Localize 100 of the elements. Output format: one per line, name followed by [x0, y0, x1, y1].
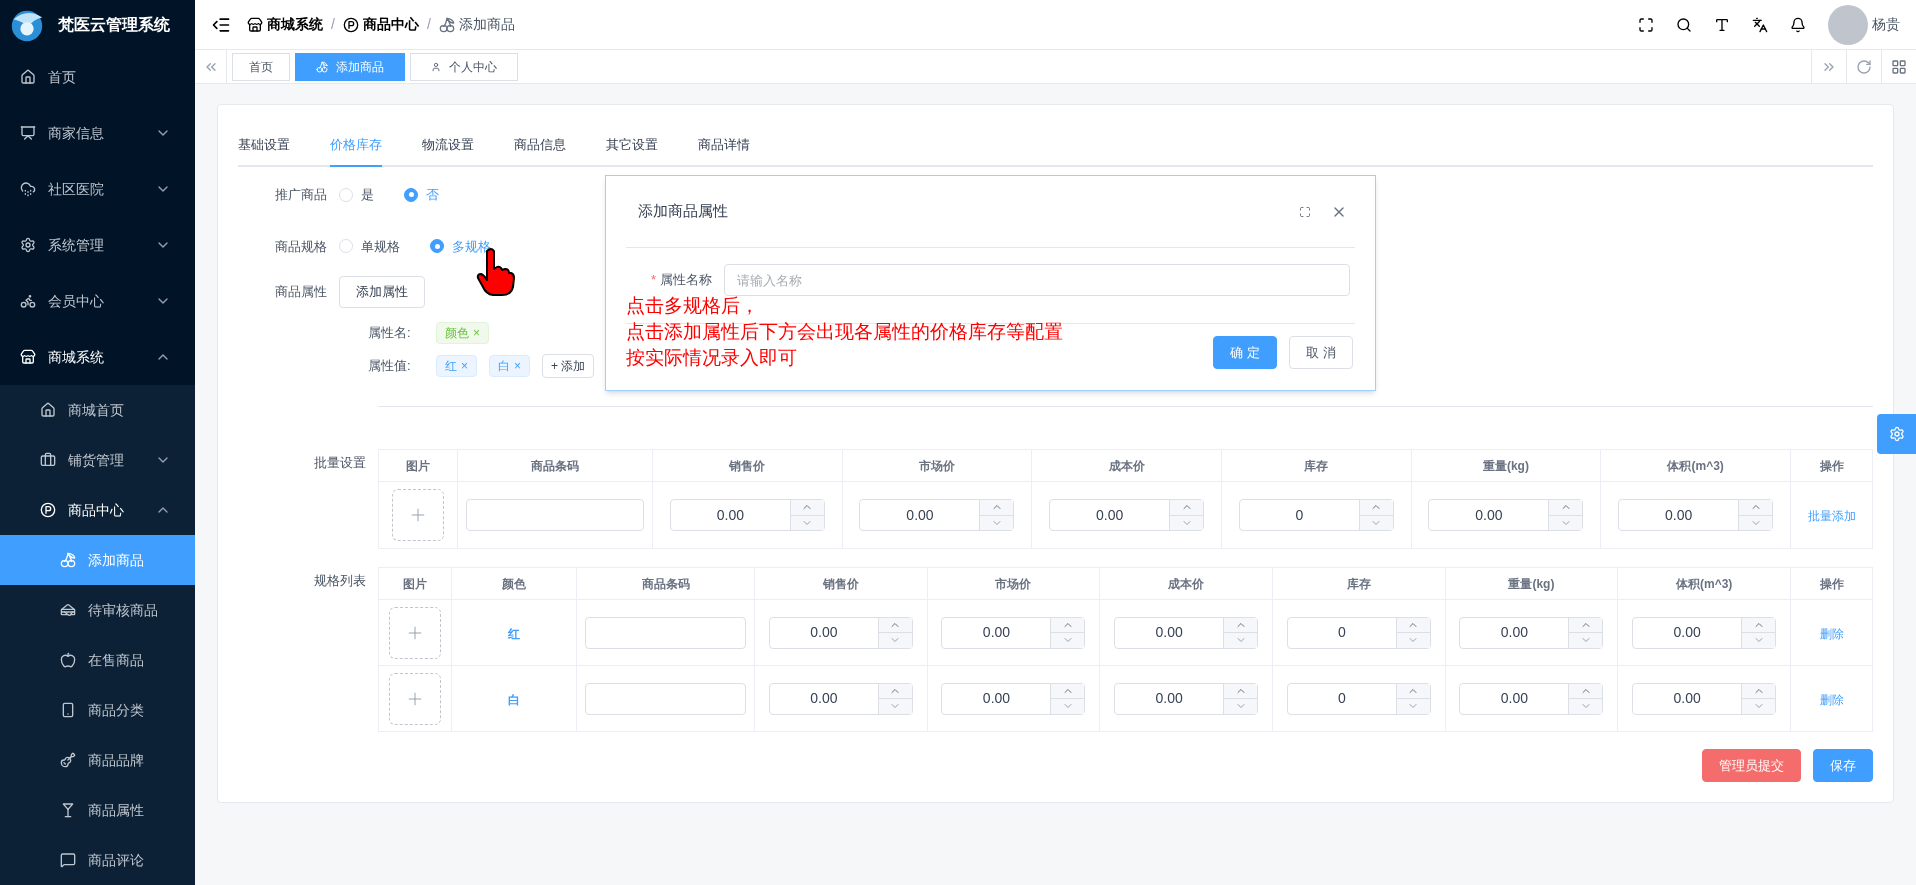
- column-header: 商品条码: [457, 449, 653, 482]
- breadcrumb-item[interactable]: 商品中心: [362, 14, 419, 35]
- sidebar-item[interactable]: 商家信息: [0, 105, 195, 161]
- cherry-icon: [60, 552, 76, 568]
- image-upload[interactable]: [389, 606, 441, 659]
- number-input[interactable]: 0.00: [1428, 499, 1584, 531]
- barcode-input[interactable]: [585, 616, 746, 649]
- name-input[interactable]: 请输入名称: [724, 264, 1351, 296]
- cocktail-icon: [60, 802, 76, 818]
- page-tab[interactable]: 首页: [232, 52, 290, 81]
- number-input[interactable]: 0.00: [768, 682, 913, 715]
- cherry-icon: [316, 60, 328, 73]
- add-attribute-button[interactable]: 添加属性: [339, 276, 425, 308]
- add-value-button[interactable]: + 添加: [542, 354, 595, 378]
- settings-button[interactable]: [1877, 414, 1916, 454]
- user-name[interactable]: 杨贵: [1872, 14, 1900, 35]
- app-title: 梵医云管理系统: [58, 14, 170, 35]
- number-input[interactable]: 0.00: [859, 499, 1015, 531]
- page-tab[interactable]: 个人中心: [410, 52, 518, 81]
- form-tab[interactable]: 商品信息: [514, 135, 566, 167]
- number-input[interactable]: 0.00: [1459, 682, 1604, 715]
- guitar-icon: [60, 752, 76, 768]
- barcode-input[interactable]: [585, 682, 746, 715]
- fullscreen-icon[interactable]: [1638, 16, 1654, 33]
- sidebar-item[interactable]: 社区医院: [0, 161, 195, 217]
- form-tab[interactable]: 基础设置: [238, 135, 290, 167]
- refresh-icon[interactable]: [1856, 58, 1872, 75]
- attribute-name-label: 属性名:: [368, 324, 412, 343]
- font-size-icon[interactable]: [1714, 16, 1730, 33]
- dialog-button[interactable]: 取 消: [1289, 336, 1353, 369]
- number-input[interactable]: 0.00: [1632, 616, 1777, 649]
- apple-icon: [60, 652, 76, 668]
- sidebar-item[interactable]: 商品属性: [0, 785, 195, 835]
- breadcrumb-item[interactable]: 商城系统: [267, 14, 323, 35]
- home-icon: [20, 69, 36, 85]
- form-tab[interactable]: 商品详情: [698, 135, 750, 167]
- sidebar-item[interactable]: 待审核商品: [0, 585, 195, 635]
- form-label: 推广商品: [274, 186, 328, 204]
- column-header: 重量(kg): [1411, 449, 1601, 482]
- bell-icon[interactable]: [1790, 16, 1806, 33]
- number-input[interactable]: 0.00: [768, 616, 913, 649]
- form-label: 规格列表: [313, 572, 367, 590]
- sidebar-item[interactable]: 首页: [0, 49, 195, 105]
- number-input[interactable]: 0.00: [941, 616, 1086, 649]
- column-header: 销售价: [754, 567, 928, 600]
- breadcrumb-separator: /: [426, 15, 431, 34]
- color-value: 红: [508, 626, 520, 641]
- column-header: 成本价: [1031, 449, 1222, 482]
- column-header: 库存: [1272, 567, 1446, 600]
- image-upload[interactable]: [392, 489, 444, 541]
- house-icon: [40, 402, 56, 418]
- search-icon[interactable]: [1676, 16, 1692, 33]
- number-input[interactable]: 0: [1238, 499, 1394, 531]
- translate-icon[interactable]: [1752, 16, 1768, 33]
- number-input[interactable]: 0: [1286, 616, 1431, 649]
- user-icon: [431, 60, 441, 73]
- number-input[interactable]: 0: [1286, 682, 1431, 715]
- sidebar-item[interactable]: 商品分类: [0, 685, 195, 735]
- form-tab[interactable]: 其它设置: [606, 135, 658, 167]
- column-header: 市场价: [842, 449, 1032, 482]
- annotation-text: 点击多规格后，: [626, 294, 760, 318]
- sidebar-item[interactable]: 商品评论: [0, 835, 195, 885]
- form-tab[interactable]: 物流设置: [422, 135, 474, 167]
- grid-icon[interactable]: [1891, 58, 1907, 75]
- dialog-title: 添加商品属性: [638, 201, 728, 222]
- form-label: 商品属性: [274, 283, 328, 302]
- breadcrumb-separator: /: [331, 15, 335, 34]
- gear-icon: [20, 237, 36, 253]
- required-mark: *: [651, 271, 657, 290]
- sidebar-item[interactable]: 会员中心: [0, 273, 195, 329]
- image-upload[interactable]: [389, 672, 441, 725]
- number-input[interactable]: 0.00: [1049, 499, 1205, 531]
- parking-icon: [342, 16, 359, 33]
- radio-option[interactable]: 是: [339, 185, 374, 205]
- column-header: 体积(m^3): [1600, 449, 1791, 482]
- sidebar-item[interactable]: 在售商品: [0, 635, 195, 685]
- sidebar-item[interactable]: 铺货管理: [0, 435, 195, 485]
- sidebar-item[interactable]: 商品品牌: [0, 735, 195, 785]
- sidebar-item[interactable]: 系统管理: [0, 217, 195, 273]
- number-input[interactable]: 0.00: [669, 499, 825, 531]
- field-label: 属性名称: [660, 271, 713, 290]
- column-header: 图片: [378, 567, 452, 600]
- number-input[interactable]: 0.00: [1459, 616, 1604, 649]
- sidebar-item[interactable]: 商品中心: [0, 485, 195, 535]
- column-header: 体积(m^3): [1617, 567, 1791, 600]
- radio-option[interactable]: 单规格: [339, 236, 400, 256]
- barcode-input[interactable]: [466, 499, 644, 531]
- number-input[interactable]: 0.00: [1114, 682, 1259, 715]
- number-input[interactable]: 0.00: [1618, 499, 1774, 531]
- color-value: 白: [508, 692, 520, 707]
- avatar[interactable]: [1828, 4, 1868, 45]
- maximize-icon[interactable]: [1299, 205, 1311, 218]
- number-input[interactable]: 0.00: [1114, 616, 1259, 649]
- attribute-value-label: 属性值:: [368, 357, 412, 376]
- column-header: 操作: [1790, 449, 1873, 482]
- column-header: 成本价: [1099, 567, 1273, 600]
- sidebar-item[interactable]: 商城首页: [0, 385, 195, 435]
- number-input[interactable]: 0.00: [941, 682, 1086, 715]
- number-input[interactable]: 0.00: [1632, 682, 1777, 715]
- sidebar-item[interactable]: 商城系统: [0, 329, 195, 385]
